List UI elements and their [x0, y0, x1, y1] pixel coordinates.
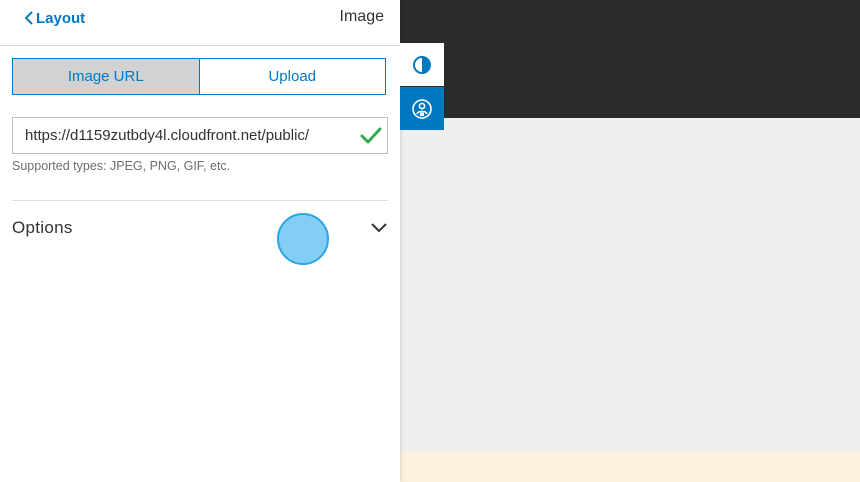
image-url-input[interactable]: [13, 118, 355, 153]
chevron-down-icon: [371, 223, 387, 233]
section-divider: [12, 200, 388, 201]
supported-types-hint: Supported types: JPEG, PNG, GIF, etc.: [12, 159, 231, 173]
chevron-left-icon: [24, 11, 33, 25]
upload-tab[interactable]: Upload: [198, 59, 385, 94]
preview-header-area: [400, 0, 860, 118]
contrast-toggle-button[interactable]: [400, 43, 444, 86]
preview-canvas: [400, 118, 860, 450]
options-label: Options: [12, 218, 73, 237]
back-link-label: Layout: [36, 9, 86, 27]
back-to-layout-link[interactable]: Layout: [24, 8, 85, 28]
image-source-toggle: Image URL Upload: [12, 58, 386, 95]
click-indicator: [277, 213, 329, 265]
accessibility-checker-button[interactable]: [400, 87, 444, 130]
image-url-tab[interactable]: Image URL: [13, 59, 199, 94]
image-url-field: [12, 117, 388, 154]
checkmark-icon: [355, 127, 387, 145]
accessibility-icon: [412, 98, 432, 119]
panel-title: Image: [339, 8, 384, 25]
panel-header: Layout Image: [0, 0, 400, 46]
preview-footer-area: [400, 450, 860, 482]
options-expander[interactable]: Options: [12, 209, 388, 247]
contrast-icon: [413, 55, 431, 74]
image-settings-panel: Layout Image Image URL Upload Supported …: [0, 0, 400, 482]
